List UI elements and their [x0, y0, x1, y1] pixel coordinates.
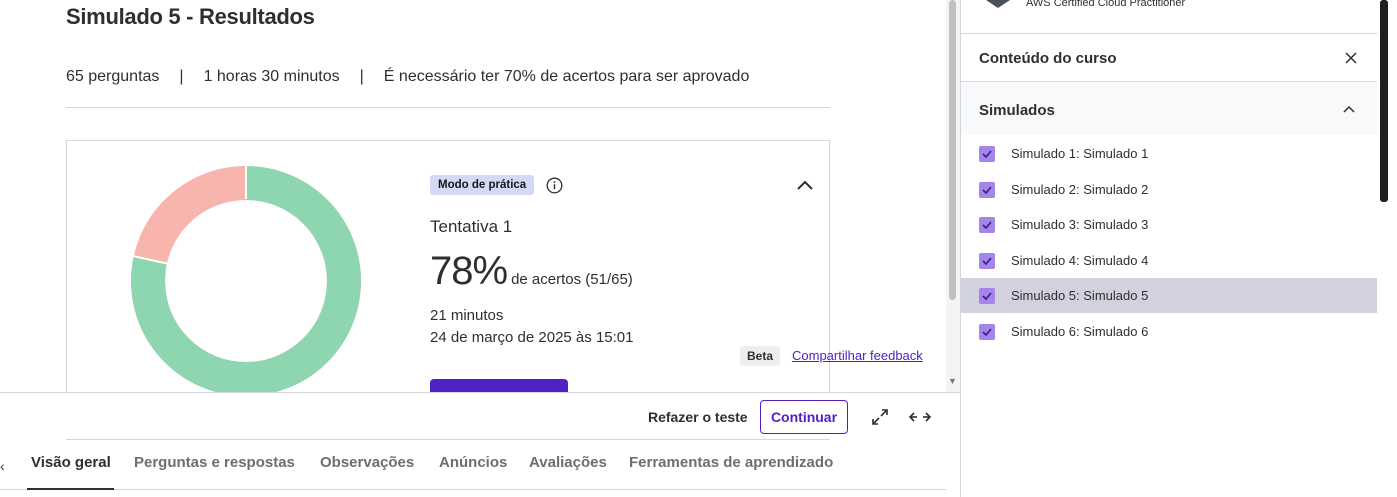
sidebar-scrollbar[interactable] — [1377, 0, 1397, 497]
checkbox-checked-icon[interactable] — [979, 181, 995, 198]
expand-width-icon[interactable] — [908, 407, 932, 427]
section-title: Simulados — [979, 102, 1055, 119]
question-count: 65 perguntas — [66, 68, 160, 85]
pass-requirement: É necessário ter 70% de acertos para ser… — [383, 68, 750, 85]
scrollbar-thumb[interactable] — [949, 0, 956, 300]
lesson-item[interactable]: Simulado 2: Simulado 2 — [961, 172, 1377, 207]
chevron-up-icon[interactable] — [1343, 105, 1355, 113]
active-tab-indicator — [27, 488, 114, 490]
meta-separator: | — [179, 68, 184, 85]
share-feedback-link[interactable]: Compartilhar feedback — [792, 348, 923, 363]
score-donut-chart — [131, 165, 361, 396]
page-title: Simulado 5 - Resultados — [66, 4, 315, 29]
attempt-label: Tentativa 1 — [430, 217, 513, 236]
attempt-date: 24 de março de 2025 às 15:01 — [430, 329, 634, 346]
score: 78% de acertos (51/65) — [430, 249, 633, 294]
tab-notes[interactable]: Observações — [320, 454, 414, 471]
tab-reviews[interactable]: Avaliações — [529, 454, 607, 471]
course-tabs: ‹ Visão geral Perguntas e respostas Obse… — [0, 440, 960, 497]
lesson-title: Simulado 1: Simulado 1 — [1011, 146, 1149, 161]
checkbox-checked-icon[interactable] — [979, 324, 995, 340]
tab-announcements[interactable]: Anúncios — [439, 454, 507, 471]
practice-mode-badge: Modo de prática — [430, 175, 535, 195]
close-icon[interactable] — [1345, 52, 1357, 64]
retake-test-button[interactable]: Refazer o teste — [648, 409, 748, 425]
bottom-toolbar: Refazer o teste Continuar — [0, 392, 960, 439]
checkbox-checked-icon[interactable] — [979, 217, 995, 234]
scroll-down-arrow-icon[interactable]: ▼ — [948, 376, 957, 386]
lesson-title: Simulado 5: Simulado 5 — [1011, 288, 1149, 304]
checkbox-checked-icon[interactable] — [979, 288, 995, 305]
fullscreen-icon[interactable] — [870, 407, 890, 427]
lesson-item[interactable]: Simulado 6: Simulado 6 — [961, 314, 1377, 349]
divider — [0, 489, 946, 490]
quiz-duration: 1 horas 30 minutos — [203, 68, 340, 85]
tab-learning-tools[interactable]: Ferramentas de aprendizado — [629, 454, 833, 471]
lesson-title: Simulado 6: Simulado 6 — [1011, 324, 1149, 339]
tab-overview[interactable]: Visão geral — [31, 454, 111, 471]
lesson-item[interactable]: Simulado 1: Simulado 1 — [961, 136, 1377, 171]
time-spent: 21 minutos — [430, 307, 504, 324]
course-badge-logo — [986, 0, 1010, 8]
content-header: Conteúdo do curso — [961, 33, 1377, 82]
course-content-sidebar: AWS Certified Cloud Practitioner Conteúd… — [960, 0, 1377, 497]
lesson-item[interactable]: Simulado 4: Simulado 4 — [961, 243, 1377, 278]
info-icon[interactable] — [546, 177, 563, 194]
beta-badge: Beta — [740, 346, 781, 366]
main-scrollbar[interactable]: ▼ — [946, 0, 960, 392]
lesson-item[interactable]: Simulado 5: Simulado 5 — [961, 278, 1377, 314]
lesson-item[interactable]: Simulado 3: Simulado 3 — [961, 207, 1377, 242]
quiz-meta: 65 perguntas | 1 horas 30 minutos | É ne… — [66, 68, 749, 86]
chevron-up-icon[interactable] — [795, 178, 815, 192]
content-title: Conteúdo do curso — [979, 50, 1117, 67]
lesson-title: Simulado 3: Simulado 3 — [1011, 217, 1149, 233]
course-name: AWS Certified Cloud Practitioner — [1026, 0, 1186, 9]
score-detail: de acertos (51/65) — [511, 271, 633, 288]
tabs-scroll-left-icon[interactable]: ‹ — [0, 458, 5, 474]
checkbox-checked-icon[interactable] — [979, 146, 995, 162]
scrollbar-thumb[interactable] — [1380, 0, 1388, 202]
meta-separator: | — [359, 68, 364, 85]
divider — [66, 107, 830, 108]
section-simulados[interactable]: Simulados — [961, 83, 1377, 135]
checkbox-checked-icon[interactable] — [979, 252, 995, 269]
tab-questions-answers[interactable]: Perguntas e respostas — [134, 454, 295, 471]
lesson-title: Simulado 4: Simulado 4 — [1011, 252, 1149, 268]
lesson-title: Simulado 2: Simulado 2 — [1011, 181, 1149, 197]
continue-button[interactable]: Continuar — [760, 400, 848, 434]
score-percent: 78% — [430, 249, 508, 293]
